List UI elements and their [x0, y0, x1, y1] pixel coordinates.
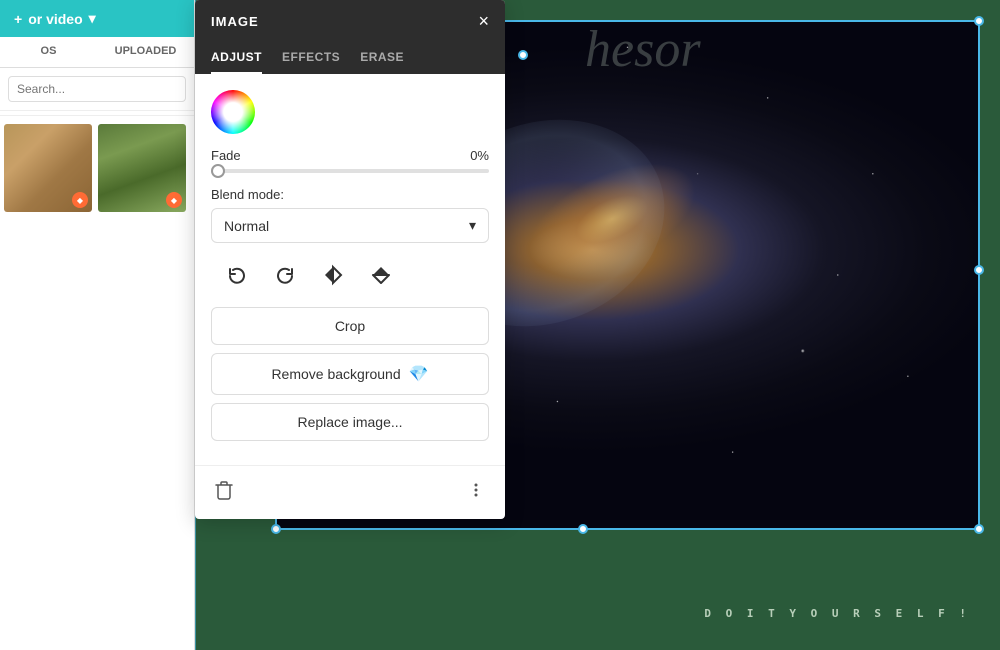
tab-effects[interactable]: EFFECTS	[282, 42, 340, 74]
sidebar-search-container	[0, 68, 194, 111]
panel-body: Fade 0% Blend mode: Normal ▾	[195, 74, 505, 465]
chevron-down-icon: ▾	[89, 10, 96, 27]
list-item[interactable]: ◆	[4, 124, 92, 212]
selection-handle-top[interactable]	[518, 50, 528, 60]
gem-icon: 💎	[409, 364, 429, 384]
search-input[interactable]	[8, 76, 186, 102]
selection-handle-bm[interactable]	[578, 524, 588, 534]
color-wheel[interactable]	[211, 90, 255, 134]
panel-footer	[195, 465, 505, 519]
panel-close-button[interactable]: ×	[478, 12, 489, 30]
sketch-badge: ◆	[72, 192, 88, 208]
list-item[interactable]: ◆	[98, 124, 186, 212]
delete-button[interactable]	[211, 476, 237, 509]
fade-slider[interactable]	[211, 169, 489, 173]
tab-os[interactable]: OS	[0, 37, 97, 67]
fade-label: Fade	[211, 148, 241, 163]
crop-label: Crop	[335, 318, 365, 334]
transform-row	[211, 257, 489, 293]
add-media-label: or video	[28, 11, 82, 27]
sketch-badge: ◆	[166, 192, 182, 208]
tab-erase[interactable]: ERASE	[360, 42, 404, 74]
rotate-ccw-button[interactable]	[219, 257, 255, 293]
replace-image-label: Replace image...	[297, 414, 402, 430]
selection-handle-mr[interactable]	[974, 265, 984, 275]
blend-mode-value: Normal	[224, 218, 269, 234]
replace-image-button[interactable]: Replace image...	[211, 403, 489, 441]
image-panel: IMAGE × ADJUST EFFECTS ERASE Fade 0% Ble…	[195, 0, 505, 519]
fade-thumb[interactable]	[211, 164, 225, 178]
tab-uploaded[interactable]: UPLOADED	[97, 37, 194, 67]
blend-mode-select[interactable]: Normal ▾	[211, 208, 489, 243]
add-media-button[interactable]: + or video ▾	[0, 0, 194, 37]
flip-horizontal-button[interactable]	[315, 257, 351, 293]
panel-title: IMAGE	[211, 14, 259, 29]
crop-button[interactable]: Crop	[211, 307, 489, 345]
chevron-down-icon: ▾	[469, 217, 476, 234]
canvas-decorative-text: hesor	[585, 20, 701, 79]
selection-handle-bl[interactable]	[271, 524, 281, 534]
remove-background-button[interactable]: Remove background 💎	[211, 353, 489, 395]
fade-row: Fade 0%	[211, 148, 489, 163]
canvas-bottom-text: D O I T Y O U R S E L F !	[704, 607, 970, 620]
panel-tabs: ADJUST EFFECTS ERASE	[195, 42, 505, 74]
sidebar-images-grid: ◆ ◆	[0, 120, 194, 650]
blend-mode-label: Blend mode:	[211, 187, 489, 202]
remove-background-label: Remove background	[271, 366, 400, 382]
color-wheel-inner	[211, 90, 255, 134]
selection-handle-tr[interactable]	[974, 16, 984, 26]
more-options-button[interactable]	[463, 477, 489, 508]
left-sidebar: + or video ▾ OS UPLOADED ◆ ◆	[0, 0, 195, 650]
selection-handle-br[interactable]	[974, 524, 984, 534]
flip-vertical-button[interactable]	[363, 257, 399, 293]
plus-icon: +	[14, 11, 22, 27]
divider	[0, 115, 194, 116]
rotate-cw-button[interactable]	[267, 257, 303, 293]
sidebar-tabs: OS UPLOADED	[0, 37, 194, 68]
fade-value: 0%	[470, 148, 489, 163]
panel-header: IMAGE ×	[195, 0, 505, 42]
tab-adjust[interactable]: ADJUST	[211, 42, 262, 74]
